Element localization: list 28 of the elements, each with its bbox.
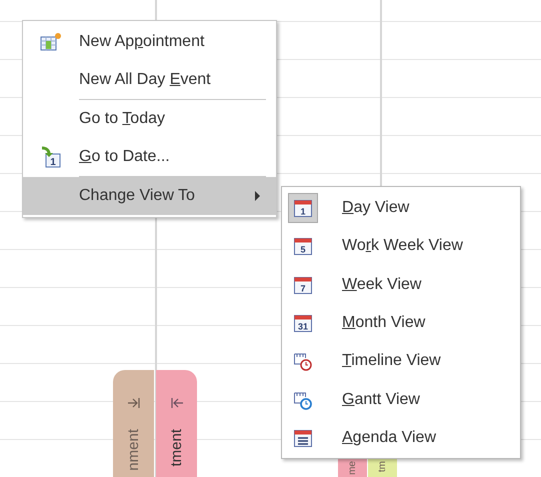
appointment-tab[interactable]: tm bbox=[368, 459, 397, 477]
appointment-title: me bbox=[348, 461, 358, 475]
calendar-star-icon bbox=[40, 32, 62, 52]
calendar-icon: 1 bbox=[293, 198, 313, 218]
calendar-icon: 31 bbox=[293, 313, 313, 334]
menu-item[interactable]: 31 Month View bbox=[282, 304, 520, 342]
calendar-icon: 7 bbox=[293, 274, 313, 295]
menu-item[interactable]: 1 Go to Date... bbox=[23, 138, 276, 176]
appointment-title: tment bbox=[168, 429, 185, 467]
arrow-to-bar-icon bbox=[126, 397, 140, 409]
ruler-clock-icon bbox=[293, 390, 313, 410]
menu-item[interactable]: 7 Week View bbox=[282, 266, 520, 304]
menu-item[interactable]: 5 Work Week View bbox=[282, 227, 520, 266]
menu-item[interactable]: Agenda View bbox=[282, 418, 520, 458]
menu-item[interactable]: New All Day Event bbox=[23, 61, 276, 99]
appointment-title: nment bbox=[125, 429, 142, 471]
agenda-icon bbox=[293, 428, 313, 448]
menu-item[interactable]: Gantt View bbox=[282, 380, 520, 419]
menu-item[interactable]: Timeline View bbox=[282, 342, 520, 380]
menu-item[interactable]: Change View To bbox=[23, 177, 276, 215]
ruler-clock-icon bbox=[293, 351, 313, 372]
appointment-tab[interactable]: tment bbox=[156, 370, 197, 477]
arrow-to-bar-icon bbox=[170, 397, 184, 409]
appointment-title: tm bbox=[378, 461, 388, 472]
calendar-icon: 5 bbox=[293, 236, 313, 256]
menu-item[interactable]: Go to Today bbox=[23, 100, 276, 138]
menu-item[interactable]: New Appointment bbox=[23, 23, 276, 61]
menu-item[interactable]: 1 Day View bbox=[282, 189, 520, 228]
